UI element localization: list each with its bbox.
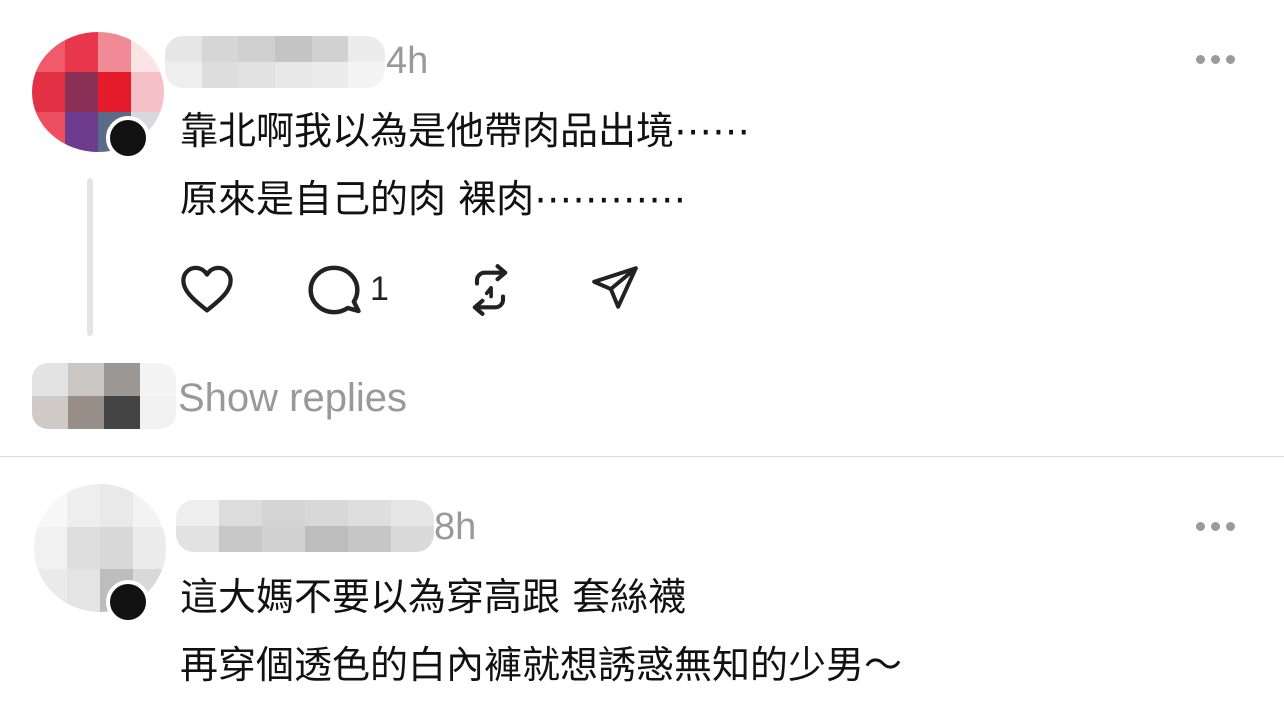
comment-icon bbox=[308, 265, 361, 315]
post-text-line-2: 再穿個透色的白內褲就想誘惑無知的少男～ bbox=[180, 643, 903, 687]
more-options-button[interactable] bbox=[1196, 55, 1235, 64]
post-divider bbox=[0, 456, 1284, 457]
post-text-line-1: 這大媽不要以為穿高跟 套絲襪 bbox=[180, 575, 687, 619]
like-button[interactable] bbox=[180, 264, 234, 314]
post-text-line-1: 靠北啊我以為是他帶肉品出境⋯⋯ bbox=[180, 109, 751, 153]
reply-button[interactable] bbox=[306, 263, 362, 317]
show-replies-link[interactable]: Show replies bbox=[178, 376, 407, 421]
send-icon bbox=[592, 266, 638, 309]
avatar-badge bbox=[106, 580, 150, 624]
reply-count: 1 bbox=[370, 270, 389, 308]
share-button[interactable] bbox=[590, 264, 640, 312]
post-time: 8h bbox=[434, 506, 477, 548]
username-blurred[interactable] bbox=[176, 500, 434, 552]
more-icon bbox=[1196, 522, 1205, 531]
reply-avatar[interactable] bbox=[32, 363, 176, 429]
avatar-badge bbox=[106, 116, 150, 160]
repost-button[interactable] bbox=[464, 264, 516, 316]
heart-icon bbox=[181, 265, 233, 313]
thread-line bbox=[87, 178, 93, 336]
repost-icon bbox=[472, 264, 508, 316]
username-blurred[interactable] bbox=[165, 36, 385, 88]
more-options-button[interactable] bbox=[1196, 522, 1235, 531]
more-icon bbox=[1196, 55, 1205, 64]
post-time: 4h bbox=[386, 40, 429, 82]
post-text-line-2: 原來是自己的肉 裸肉⋯⋯⋯⋯ bbox=[180, 177, 687, 221]
